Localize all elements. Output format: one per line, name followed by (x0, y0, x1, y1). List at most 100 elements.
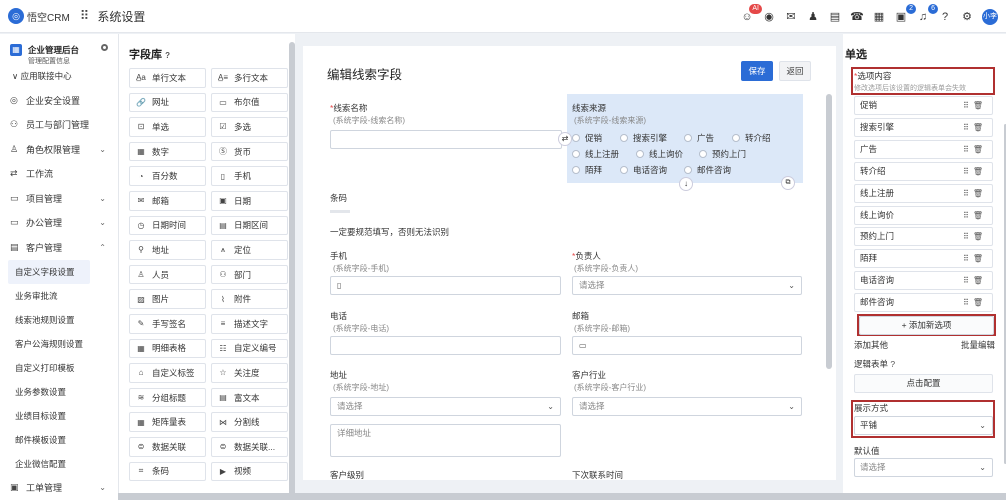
option-row[interactable]: 邮件咨询 ⠿🗑 (854, 293, 993, 313)
trash-icon[interactable]: 🗑 (973, 276, 987, 285)
trash-icon[interactable]: 🗑 (973, 189, 987, 198)
add-option-button[interactable]: + 添加新选项 (859, 316, 994, 335)
sidebar-item-workflow[interactable]: ⇄ 工作流 (0, 162, 118, 187)
phone-icon[interactable]: ☎ (850, 10, 864, 24)
source-radio-option[interactable]: 电话咨询 (620, 164, 667, 176)
option-row[interactable]: 搜索引擎 ⠿🗑 (854, 117, 993, 137)
source-radio-option[interactable]: 广告 (684, 132, 714, 144)
field-chip[interactable]: ▯ 手机 (211, 166, 288, 186)
sidebar-subitem[interactable]: 自定义字段设置 (8, 259, 90, 284)
mail-icon[interactable]: ✉ (784, 10, 798, 24)
sidebar-item-office[interactable]: ▭ 办公管理 ⌄ (0, 211, 118, 236)
source-radio-option[interactable]: 邮件咨询 (684, 164, 731, 176)
field-chip[interactable]: ▤ 日期区间 (211, 215, 288, 236)
switch-icon[interactable] (101, 44, 108, 51)
drag-handle-icon[interactable]: ⠿ (963, 211, 973, 220)
option-row[interactable]: 线上注册 ⠿🗑 (854, 183, 993, 203)
avatar[interactable]: 小李 (982, 8, 998, 25)
field-chip[interactable]: ▶ 视频 (211, 461, 288, 482)
source-radio-option[interactable]: 陌拜 (572, 164, 602, 176)
field-chip[interactable]: ☷ 自定义编号 (211, 338, 288, 359)
industry-select[interactable]: 请选择 ⌄ (572, 397, 802, 416)
trash-icon[interactable]: 🗑 (973, 167, 987, 176)
gear-icon[interactable]: ⚙ (960, 10, 974, 24)
trash-icon[interactable]: 🗑 (973, 123, 987, 132)
field-chip[interactable]: Ⓢ 货币 (211, 141, 288, 162)
horizontal-scrollbar[interactable] (118, 493, 1006, 500)
field-chip[interactable]: ▦ 明细表格 (129, 338, 206, 359)
phone-input[interactable]: ▯ (330, 276, 561, 295)
field-chip[interactable]: ≡ 描述文字 (211, 313, 288, 334)
source-radio-option[interactable]: 搜索引擎 (620, 132, 667, 144)
app-center-link[interactable]: ∨ 应用联接中心 (0, 70, 118, 88)
field-chip[interactable]: A̲≡ 多行文本 (211, 68, 288, 88)
field-chip[interactable]: ⊡ 单选 (129, 117, 206, 137)
field-chip[interactable]: ✉ 邮箱 (129, 190, 206, 211)
help-icon[interactable]: ? (165, 51, 170, 60)
field-chip[interactable]: ⋈ 分割线 (211, 412, 288, 432)
display-mode-select[interactable]: 平铺 ⌄ (854, 416, 993, 435)
copy-icon[interactable]: ⧉ (781, 176, 795, 190)
address-select[interactable]: 请选择 ⌄ (330, 397, 561, 416)
field-chip[interactable]: ▦ 数字 (129, 141, 206, 162)
option-row[interactable]: 线上询价 ⠿🗑 (854, 205, 993, 225)
sidebar-item-tickets[interactable]: ▣ 工单管理 ⌄ (0, 476, 118, 500)
add-other-link[interactable]: 添加其他 (854, 339, 888, 351)
option-row[interactable]: 促销 ⠿🗑 (854, 96, 993, 115)
sidebar-subitem[interactable]: 业务审批流 (0, 284, 118, 308)
source-radio-option[interactable]: 促销 (572, 132, 602, 144)
globe-icon[interactable]: ◉ (762, 10, 776, 24)
address-detail-input[interactable]: 详细地址 (330, 424, 561, 457)
field-chip[interactable]: ☆ 关注度 (211, 363, 288, 383)
task-icon[interactable]: ▣ 2 (894, 3, 916, 24)
field-chip[interactable]: 🔗 网址 (129, 92, 206, 113)
editor-scrollbar[interactable] (826, 94, 832, 369)
move-down-icon[interactable]: ↓ (679, 177, 693, 191)
sidebar-subitem[interactable]: 业务参数设置 (0, 380, 118, 404)
trash-icon[interactable]: 🗑 (973, 145, 987, 154)
option-row[interactable]: 电话咨询 ⠿🗑 (854, 271, 993, 291)
drag-handle-icon[interactable]: ⠿ (963, 189, 973, 198)
sidebar-subitem[interactable]: 线索池规则设置 (0, 308, 118, 332)
bell-icon[interactable]: ♫ 6 (916, 3, 938, 24)
lead-name-input[interactable] (330, 130, 562, 149)
trash-icon[interactable]: 🗑 (973, 298, 987, 307)
field-chip[interactable]: ⊜ 数据关联 (129, 436, 206, 457)
option-row[interactable]: 预约上门 ⠿🗑 (854, 227, 993, 247)
drag-handle-icon[interactable]: ⠿ (963, 298, 973, 307)
sidebar-subitem[interactable]: 业绩目标设置 (0, 404, 118, 428)
swap-icon[interactable]: ⇄ (558, 132, 572, 146)
sidebar-item-customers[interactable]: ▤ 客户管理 ⌃ (0, 235, 118, 260)
field-chip[interactable]: ▭ 布尔值 (211, 92, 288, 113)
help-icon[interactable]: ? (938, 10, 952, 24)
field-chip[interactable]: ⩚ 定位 (211, 240, 288, 260)
field-chip[interactable]: ◔ 百分数 (129, 166, 206, 186)
email-input[interactable]: ▭ (572, 336, 802, 355)
owner-select[interactable]: 请选择 ⌄ (572, 276, 802, 295)
trash-icon[interactable]: 🗑 (973, 101, 987, 110)
field-chip[interactable]: ◷ 日期时间 (129, 215, 206, 236)
field-chip[interactable]: ☑ 多选 (211, 117, 288, 137)
field-chip[interactable]: A̲a 单行文本 (129, 68, 206, 88)
save-button[interactable]: 保存 (741, 61, 773, 81)
option-row[interactable]: 广告 ⠿🗑 (854, 139, 993, 159)
source-radio-option[interactable]: 线上注册 (572, 148, 619, 160)
option-row[interactable]: 转介绍 ⠿🗑 (854, 161, 993, 181)
source-radio-option[interactable]: 预约上门 (699, 148, 746, 160)
sidebar-subitem[interactable]: 企业微信配置 (0, 452, 118, 476)
field-chip[interactable]: ▣ 日期 (211, 190, 288, 211)
trash-icon[interactable]: 🗑 (973, 211, 987, 220)
apps-grid-icon[interactable]: ⠿ (80, 8, 90, 24)
trash-icon[interactable]: 🗑 (973, 232, 987, 241)
drag-handle-icon[interactable]: ⠿ (963, 276, 973, 285)
calendar-icon[interactable]: ▦ (872, 10, 886, 24)
drag-handle-icon[interactable]: ⠿ (963, 145, 973, 154)
logo[interactable]: ◎ 悟空CRM (8, 8, 70, 24)
field-chip[interactable]: ⌗ 条码 (129, 461, 206, 482)
drag-handle-icon[interactable]: ⠿ (963, 101, 973, 110)
field-chip[interactable]: ⌇ 附件 (211, 289, 288, 309)
drag-handle-icon[interactable]: ⠿ (963, 123, 973, 132)
click-config-button[interactable]: 点击配置 (854, 374, 993, 393)
ai-assistant-icon[interactable]: ☺ AI (740, 3, 762, 24)
sidebar-item-security[interactable]: ◎ 企业安全设置 (0, 88, 118, 113)
